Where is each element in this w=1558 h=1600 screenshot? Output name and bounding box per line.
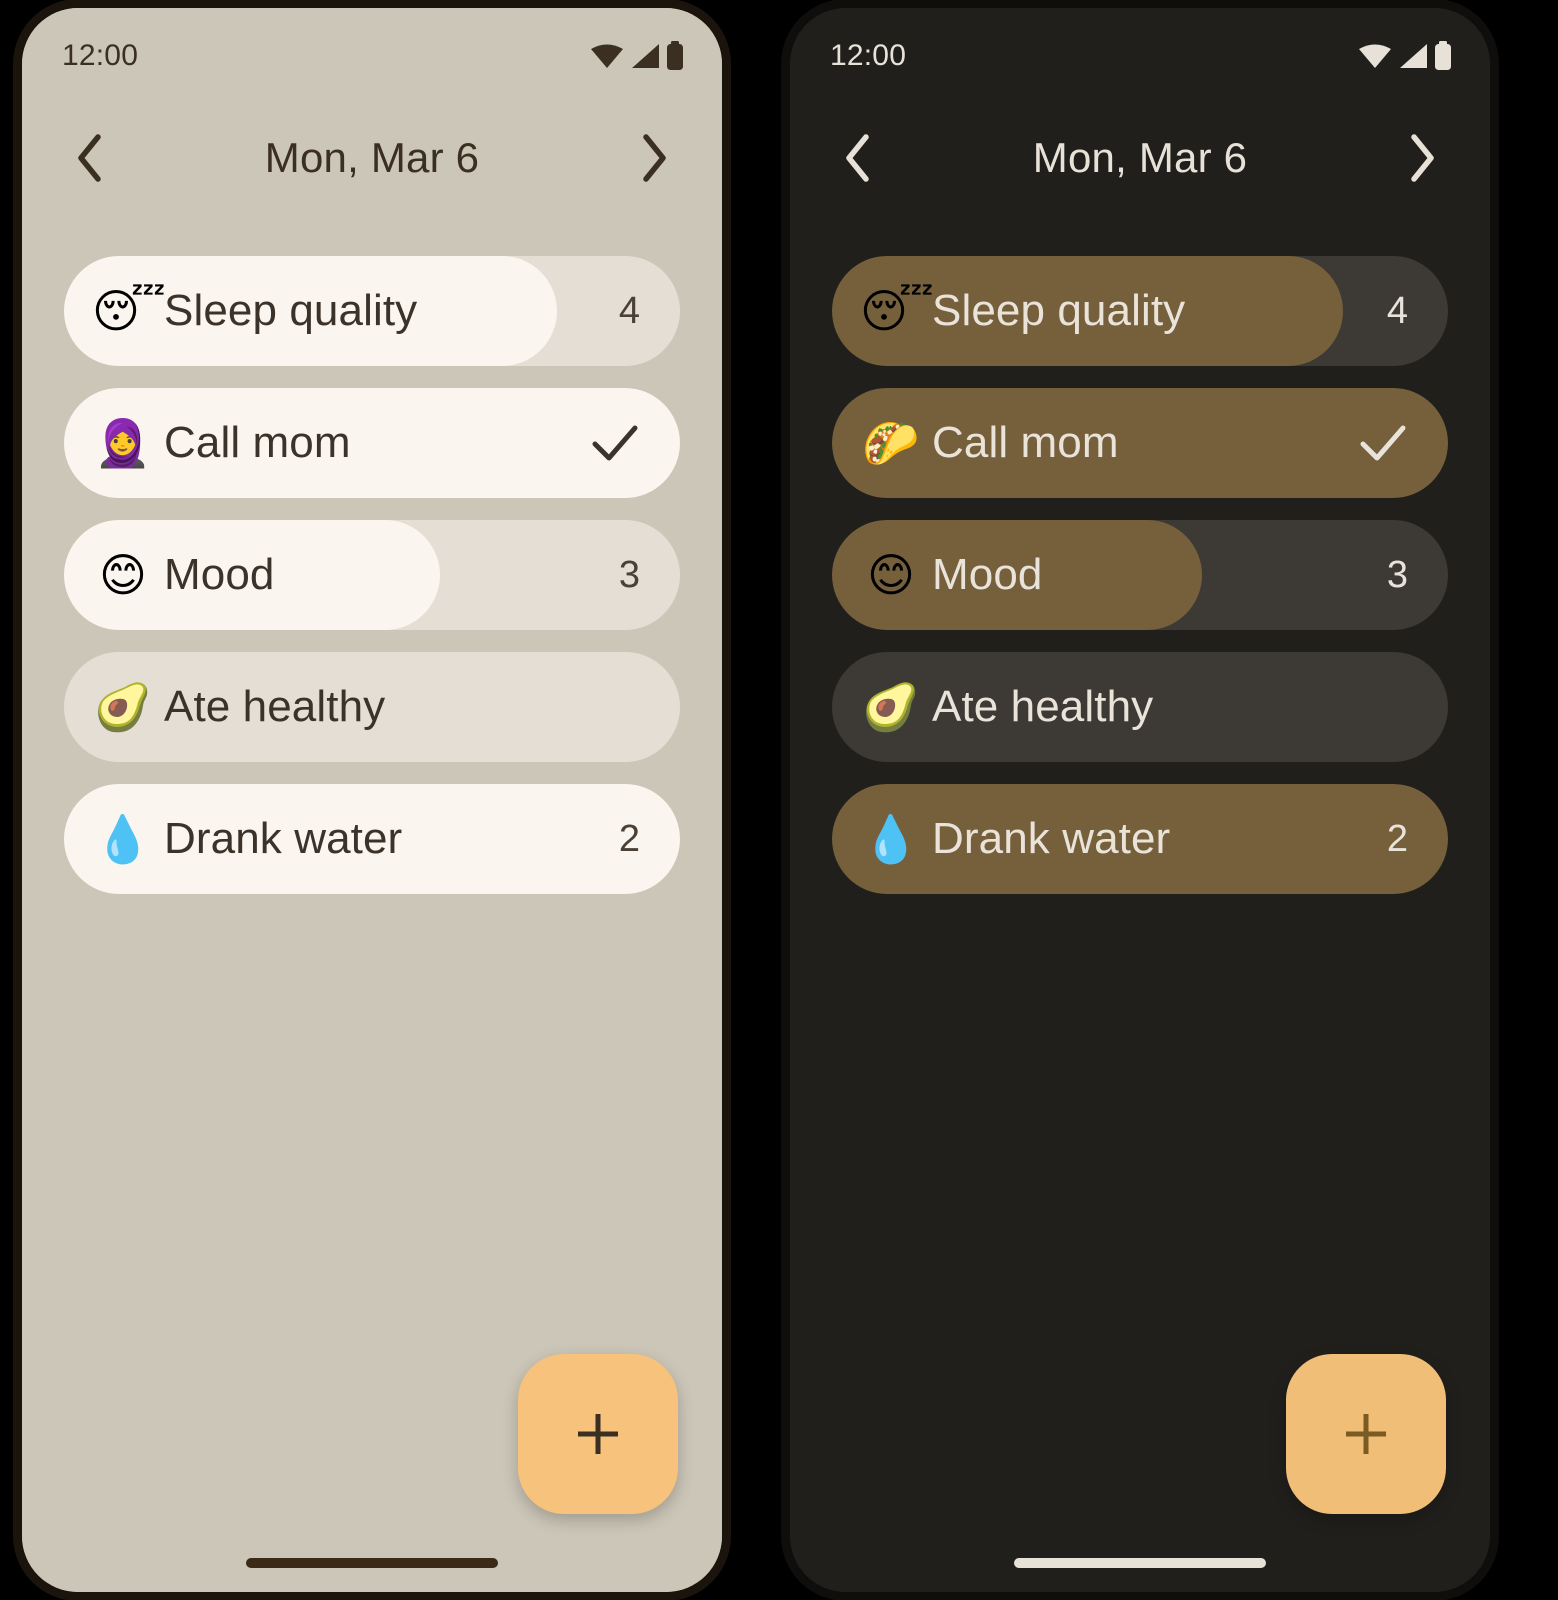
habit-label: Ate healthy (164, 682, 386, 731)
habit-label: Drank water (932, 814, 1171, 863)
habit-row[interactable]: 😴 Sleep quality 4 (64, 256, 680, 366)
add-habit-button[interactable] (518, 1354, 678, 1514)
habit-label: Sleep quality (164, 286, 418, 335)
habit-row-content: 💧 Drank water 2 (64, 784, 680, 894)
add-habit-button[interactable] (1286, 1354, 1446, 1514)
habit-list: 😴 Sleep quality 4 🧕 Call mom 😊 Mood 3 🥑 Ate healt… (22, 212, 722, 894)
current-date-title: Mon, Mar 6 (264, 134, 480, 181)
battery-icon-glyph (1435, 41, 1451, 70)
habit-label: Mood (932, 550, 1043, 599)
cellular-signal-icon (630, 43, 660, 69)
plus-icon-glyph (1346, 1414, 1386, 1454)
checkmark-icon-glyph (1360, 425, 1406, 461)
habit-value: 4 (618, 289, 640, 332)
phone-screen: 12:00 Mon, Mar 6 😴 Sleep quality 4 🧕 Call mom 😊… (22, 8, 722, 1592)
avocado-emoji: 🥑 (94, 680, 152, 734)
habit-row[interactable]: 😊 Mood 3 (832, 520, 1448, 630)
phone-screen: 12:00 Mon, Mar 6 😴 Sleep quality 4 🌮 Call mom 😊… (790, 8, 1490, 1592)
sleeping-face-emoji: 😴 (860, 284, 934, 338)
habit-label: Mood (164, 550, 275, 599)
habit-row[interactable]: 💧 Drank water 2 (832, 784, 1448, 894)
woman-with-headscarf-emoji: 🧕 (94, 416, 152, 470)
habit-row-content: 😴 Sleep quality 4 (64, 256, 680, 366)
dark-theme-phone: 12:00 Mon, Mar 6 😴 Sleep quality 4 🌮 Call mom 😊… (790, 8, 1490, 1592)
habit-list: 😴 Sleep quality 4 🌮 Call mom 😊 Mood 3 🥑 Ate healt… (790, 212, 1490, 894)
habit-row-content: 😴 Sleep quality 4 (832, 256, 1448, 366)
date-navigation-bar: Mon, Mar 6 (22, 104, 722, 212)
chevron-right-icon-glyph (1411, 134, 1434, 182)
battery-icon (666, 41, 684, 71)
next-day-button[interactable] (622, 126, 686, 190)
habit-value: 3 (618, 553, 640, 596)
habit-row[interactable]: 🧕 Call mom (64, 388, 680, 498)
habit-label: Call mom (164, 418, 351, 467)
habit-value: 2 (618, 817, 640, 860)
home-gesture-bar[interactable] (246, 1558, 498, 1568)
date-navigation-bar: Mon, Mar 6 (790, 104, 1490, 212)
status-bar-clock: 12:00 (62, 39, 139, 72)
chevron-left-icon-glyph (846, 134, 869, 182)
status-bar: 12:00 (790, 8, 1490, 104)
chevron-left-icon-glyph (78, 134, 101, 182)
wifi-icon-glyph (591, 44, 623, 68)
plus-icon (572, 1408, 624, 1460)
smiling-face-emoji: 😊 (867, 548, 915, 602)
habit-row[interactable]: 🌮 Call mom (832, 388, 1448, 498)
habit-row-content: 🧕 Call mom (64, 388, 680, 498)
habit-row[interactable]: 🥑 Ate healthy (64, 652, 680, 762)
habit-label: Ate healthy (932, 682, 1154, 731)
habit-completed-checkmark (590, 421, 640, 465)
next-day-button[interactable] (1390, 126, 1454, 190)
habit-row-content: 🥑 Ate healthy (832, 652, 1448, 762)
habit-row[interactable]: 😴 Sleep quality 4 (832, 256, 1448, 366)
battery-icon (1434, 41, 1452, 71)
habit-row-content: 😊 Mood 3 (832, 520, 1448, 630)
status-bar-icons (590, 41, 684, 71)
cellular-signal-icon (1398, 43, 1428, 69)
smiling-face-emoji: 😊 (99, 548, 147, 602)
status-bar-icons (1358, 41, 1452, 71)
habit-row[interactable]: 😊 Mood 3 (64, 520, 680, 630)
habit-row-content: 😊 Mood 3 (64, 520, 680, 630)
current-date-title: Mon, Mar 6 (1032, 134, 1248, 181)
wifi-icon (590, 43, 624, 69)
sleeping-face-emoji: 😴 (92, 284, 166, 338)
habit-row[interactable]: 💧 Drank water 2 (64, 784, 680, 894)
habit-row-content: 🌮 Call mom (832, 388, 1448, 498)
dual-phone-mockup: 12:00 Mon, Mar 6 😴 Sleep quality 4 🧕 Call mom 😊… (0, 0, 1558, 1600)
status-bar-clock: 12:00 (830, 39, 907, 72)
habit-label: Drank water (164, 814, 403, 863)
light-theme-phone: 12:00 Mon, Mar 6 😴 Sleep quality 4 🧕 Call mom 😊… (22, 8, 722, 1592)
habit-value: 4 (1386, 289, 1408, 332)
taco-emoji: 🌮 (862, 416, 920, 470)
habit-row-content: 🥑 Ate healthy (64, 652, 680, 762)
previous-day-button[interactable] (58, 126, 122, 190)
habit-value: 3 (1386, 553, 1408, 596)
cellular-signal-icon-glyph (1400, 44, 1427, 68)
habit-row[interactable]: 🥑 Ate healthy (832, 652, 1448, 762)
plus-icon (1340, 1408, 1392, 1460)
wifi-icon (1358, 43, 1392, 69)
checkmark-icon-glyph (592, 425, 638, 461)
habit-label: Call mom (932, 418, 1119, 467)
battery-icon-glyph (667, 41, 683, 70)
habit-completed-checkmark (1358, 421, 1408, 465)
chevron-right-icon-glyph (643, 134, 666, 182)
habit-label: Sleep quality (932, 286, 1186, 335)
status-bar: 12:00 (22, 8, 722, 104)
plus-icon-glyph (578, 1414, 618, 1454)
avocado-emoji: 🥑 (862, 680, 920, 734)
cellular-signal-icon-glyph (632, 44, 659, 68)
habit-row-content: 💧 Drank water 2 (832, 784, 1448, 894)
home-gesture-bar[interactable] (1014, 1558, 1266, 1568)
droplet-emoji: 💧 (862, 812, 920, 866)
droplet-emoji: 💧 (94, 812, 152, 866)
habit-value: 2 (1386, 817, 1408, 860)
wifi-icon-glyph (1359, 44, 1391, 68)
previous-day-button[interactable] (826, 126, 890, 190)
